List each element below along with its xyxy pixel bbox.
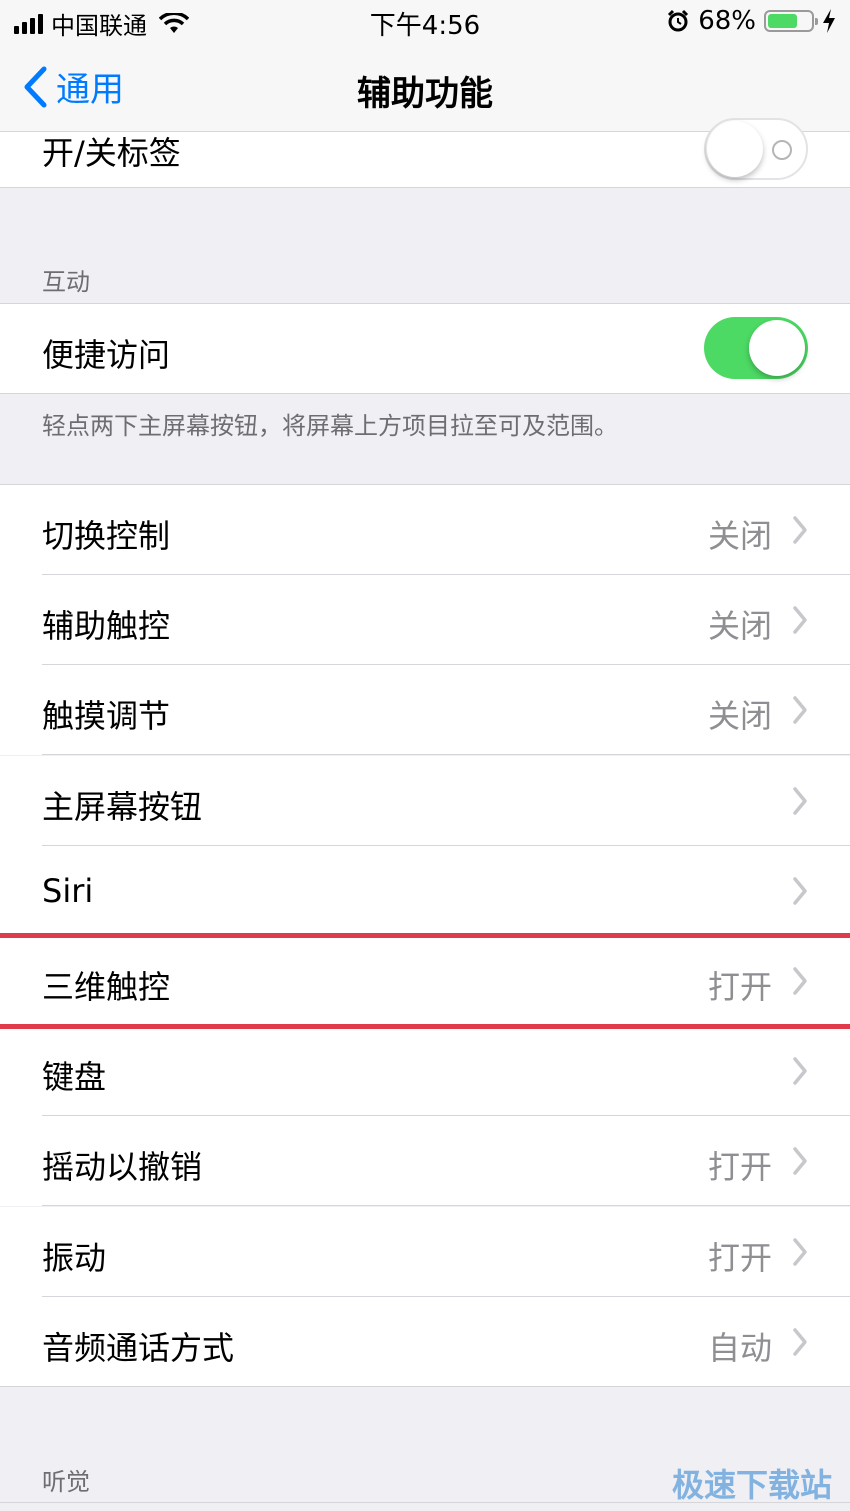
highlight-line-bottom <box>0 1024 850 1029</box>
highlight-line-top <box>0 933 850 938</box>
list-item-value: 关闭 <box>707 697 772 735</box>
chevron-right-icon <box>793 516 807 544</box>
section-header-interaction: 互动 <box>42 268 90 296</box>
list-item-value: 关闭 <box>707 607 772 645</box>
battery-icon <box>764 10 818 32</box>
list-item[interactable]: 摇动以撤销 打开 <box>0 1116 850 1206</box>
chevron-right-icon <box>793 877 807 905</box>
toggle-off-indicator <box>772 140 792 160</box>
list-item-label: 触摸调节 <box>42 697 171 735</box>
status-right: 68% <box>666 6 836 36</box>
reachability-label: 便捷访问 <box>42 336 171 374</box>
list-item-value: 自动 <box>707 1329 772 1367</box>
reachability-row: 便捷访问 <box>0 304 850 393</box>
chevron-right-icon <box>793 967 807 995</box>
page-title: 辅助功能 <box>357 74 493 114</box>
chevron-right-icon <box>793 696 807 724</box>
list-item[interactable]: 切换控制 关闭 <box>0 485 850 575</box>
chevron-right-icon <box>793 787 807 815</box>
list-item[interactable]: 触摸调节 关闭 <box>0 665 850 755</box>
reachability-toggle[interactable] <box>704 317 808 379</box>
list-item-label: 键盘 <box>42 1058 107 1096</box>
list-item[interactable]: 键盘 <box>0 1026 850 1116</box>
list-item[interactable]: 三维触控 打开 <box>0 936 850 1026</box>
list-item-label: 振动 <box>42 1239 107 1277</box>
list-item[interactable]: Siri <box>0 846 850 936</box>
list-item-value: 关闭 <box>707 517 772 555</box>
chevron-right-icon <box>793 1057 807 1085</box>
list-item-label: 切换控制 <box>42 517 171 555</box>
reachability-footer: 轻点两下主屏幕按钮，将屏幕上方项目拉至可及范围。 <box>42 412 618 440</box>
list-item-value: 打开 <box>707 1148 772 1186</box>
labels-toggle-switch[interactable] <box>704 118 808 180</box>
watermark-logo: 极速下载站 <box>671 1466 832 1504</box>
labels-toggle-label: 开/关标签 <box>42 134 181 172</box>
charging-icon <box>823 9 835 33</box>
list-item-label: Siri <box>42 872 94 910</box>
list-item-value: 打开 <box>707 968 772 1006</box>
navigation-bar: 通用 辅助功能 <box>0 44 850 132</box>
battery-percent: 68% <box>698 6 756 36</box>
list-item-label: 三维触控 <box>42 968 171 1006</box>
list-item-label: 辅助触控 <box>42 607 171 645</box>
list-item-label: 主屏幕按钮 <box>42 788 203 826</box>
status-bar: 中国联通 下午4:56 68% <box>0 0 850 44</box>
chevron-right-icon <box>793 1238 807 1266</box>
list-item[interactable]: 振动 打开 <box>0 1207 850 1297</box>
list-item[interactable]: 辅助触控 关闭 <box>0 575 850 665</box>
alarm-icon <box>668 9 689 32</box>
list-item-label: 摇动以撤销 <box>42 1148 203 1186</box>
chevron-right-icon <box>793 1328 807 1356</box>
chevron-right-icon <box>793 606 807 634</box>
list-item-value: 打开 <box>707 1239 772 1277</box>
section-header-hearing: 听觉 <box>42 1468 90 1496</box>
list-item-label: 音频通话方式 <box>42 1329 235 1367</box>
list-item[interactable]: 音频通话方式 自动 <box>0 1297 850 1387</box>
chevron-right-icon <box>793 1147 807 1175</box>
list-item[interactable]: 主屏幕按钮 <box>0 756 850 846</box>
labels-toggle-row: 开/关标签 <box>0 118 850 187</box>
